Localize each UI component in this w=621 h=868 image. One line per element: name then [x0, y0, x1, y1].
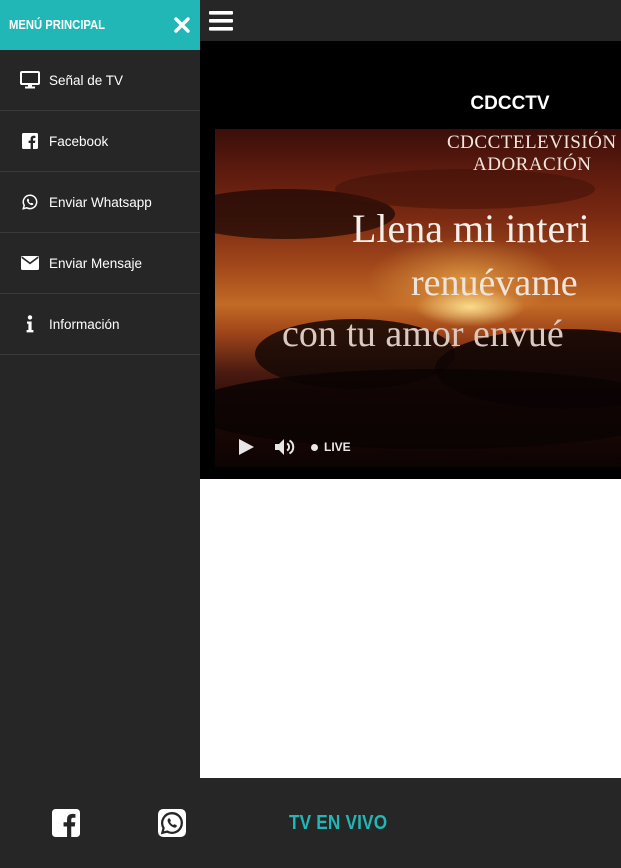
- whatsapp-icon: [158, 809, 186, 837]
- footer-facebook-button[interactable]: [52, 809, 80, 837]
- top-bar: [200, 0, 621, 41]
- menu-item-facebook[interactable]: Facebook: [0, 111, 200, 172]
- tv-live-link[interactable]: TV EN VIVO: [289, 812, 387, 835]
- bottom-bar: TV EN VIVO: [0, 778, 621, 868]
- close-icon: [174, 17, 190, 33]
- side-menu-header: MENÚ PRINCIPAL: [0, 0, 200, 50]
- menu-item-tv-signal[interactable]: Señal de TV: [0, 50, 200, 111]
- menu-item-information[interactable]: Información: [0, 294, 200, 355]
- video-frame[interactable]: CDCCTELEVISIÓN ADORACIÓN Llena mi interi…: [215, 129, 621, 467]
- side-menu-list: Señal de TV Facebook Enviar Whatsapp Env…: [0, 50, 200, 355]
- side-menu: MENÚ PRINCIPAL Señal de TV Facebook Envi…: [0, 0, 200, 778]
- menu-item-label: Facebook: [49, 133, 109, 149]
- whatsapp-icon: [20, 192, 40, 212]
- hamburger-menu-button[interactable]: [209, 10, 233, 32]
- menu-item-whatsapp[interactable]: Enviar Whatsapp: [0, 172, 200, 233]
- monitor-icon: [20, 70, 40, 90]
- play-icon: [239, 439, 254, 455]
- footer-whatsapp-button[interactable]: [158, 809, 186, 837]
- facebook-icon: [20, 131, 40, 151]
- menu-item-label: Enviar Mensaje: [49, 255, 143, 271]
- envelope-icon: [20, 253, 40, 273]
- facebook-icon: [52, 809, 80, 837]
- side-menu-title: MENÚ PRINCIPAL: [9, 18, 106, 32]
- video-caption-line: ADORACIÓN: [473, 154, 592, 175]
- close-menu-button[interactable]: [173, 16, 191, 34]
- menu-item-send-message[interactable]: Enviar Mensaje: [0, 233, 200, 294]
- video-lyric-line: con tu amor envué: [282, 313, 564, 355]
- hamburger-icon: [209, 11, 233, 31]
- menu-item-label: Información: [49, 316, 120, 332]
- player-controls: LIVE: [215, 429, 621, 465]
- video-caption-line: CDCCTELEVISIÓN: [447, 132, 617, 153]
- video-player-section: CDCCTV CDCCTELEVISIÓN ADORACIÓN Llena mi…: [200, 41, 621, 479]
- play-button[interactable]: [235, 436, 257, 458]
- video-lyric-line: renuévame: [411, 262, 578, 304]
- menu-item-label: Enviar Whatsapp: [49, 194, 152, 210]
- video-lyric-line: Llena mi interi: [352, 206, 590, 251]
- menu-item-label: Señal de TV: [49, 72, 124, 88]
- live-indicator-dot: [311, 443, 318, 451]
- volume-button[interactable]: [273, 436, 297, 458]
- channel-title: CDCCTV: [470, 93, 550, 114]
- channel-title-holder: CDCCTV: [440, 93, 580, 115]
- info-icon: [20, 314, 40, 334]
- volume-icon: [275, 439, 295, 455]
- live-label: LIVE: [324, 440, 351, 454]
- app-page: MENÚ PRINCIPAL Señal de TV Facebook Envi…: [0, 0, 621, 868]
